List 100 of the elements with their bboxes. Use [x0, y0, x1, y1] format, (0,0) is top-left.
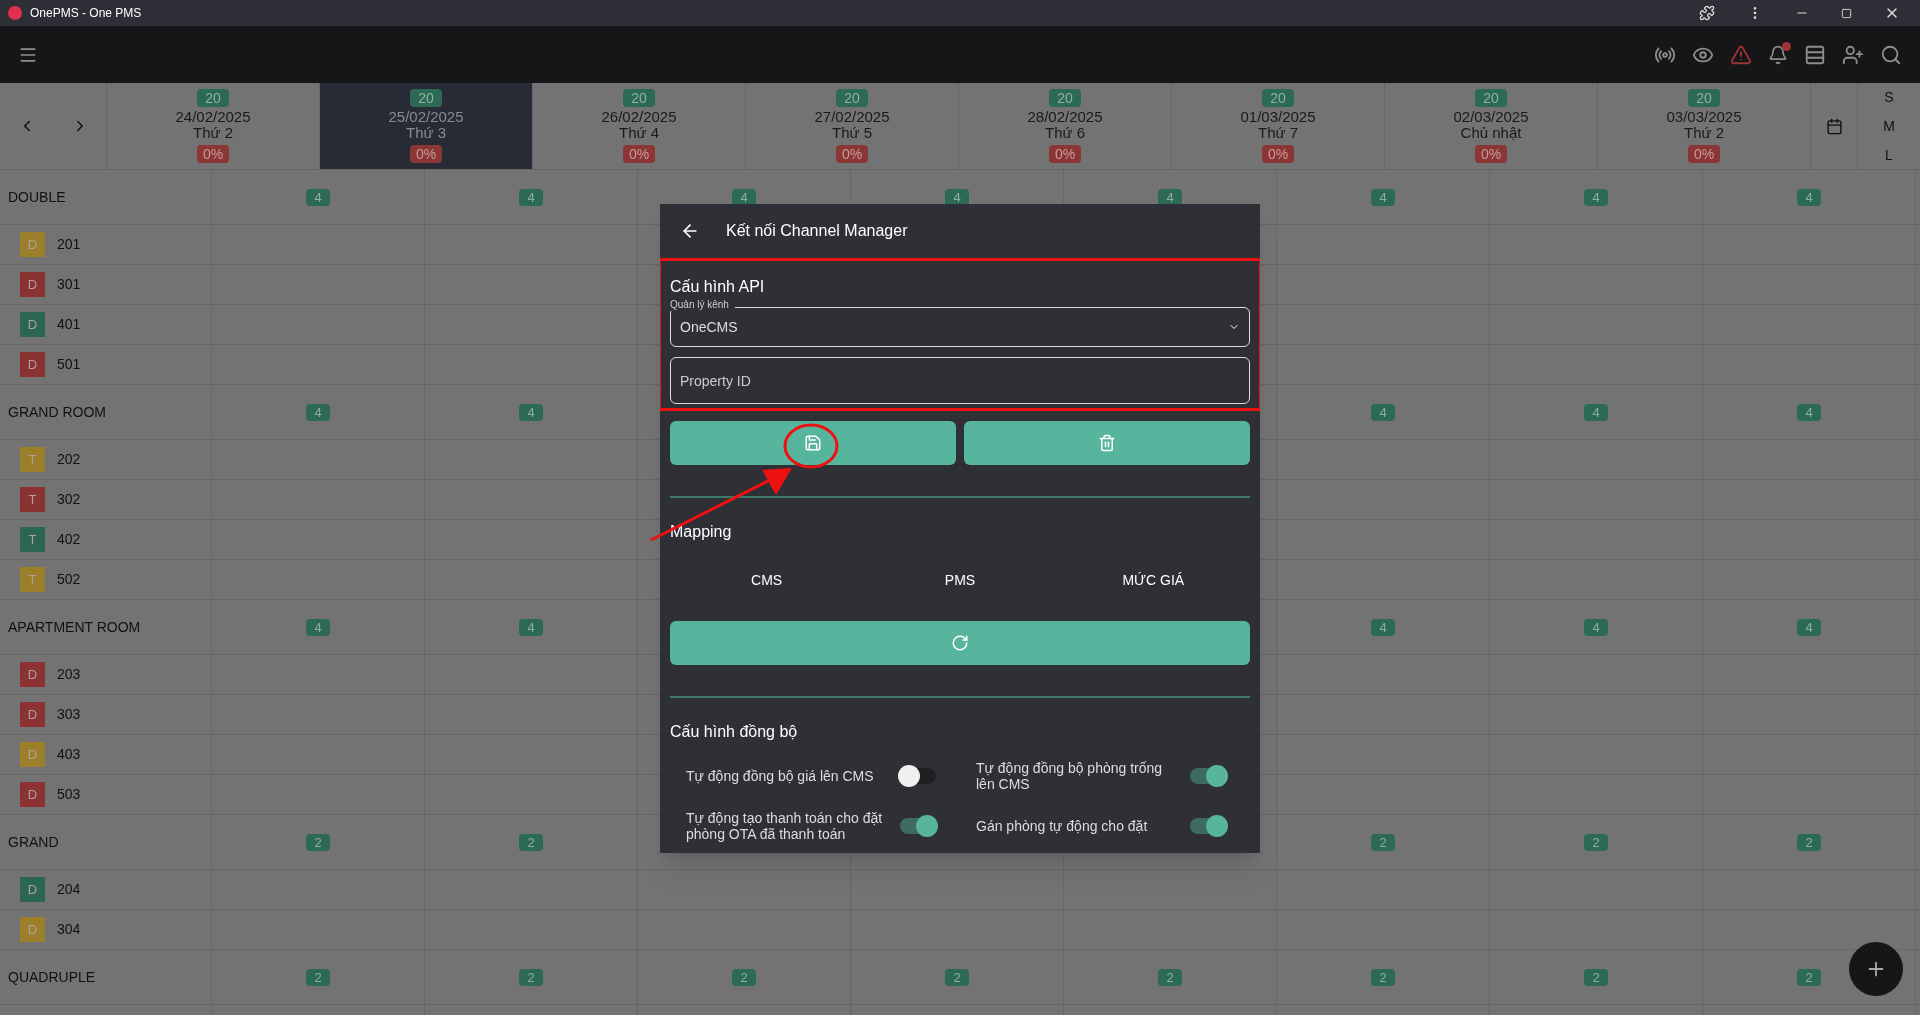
size-option[interactable]: M	[1883, 115, 1895, 137]
calendar-icon[interactable]	[1825, 117, 1843, 135]
room-number: 304	[57, 920, 81, 939]
section-heading: Cấu hình đồng bộ	[670, 722, 799, 742]
room-badge: D	[20, 782, 45, 807]
room-badge: T	[20, 567, 45, 592]
count-badge: 2	[1797, 968, 1821, 986]
occupancy-badge: 0%	[1261, 145, 1295, 163]
room-number: 301	[57, 275, 81, 294]
day-header[interactable]: 20 27/02/2025 Thứ 5 0%	[746, 83, 959, 169]
add-button[interactable]	[1849, 942, 1903, 996]
room-number: 402	[57, 530, 81, 549]
option-label: Tự động đồng bộ giá lên CMS	[686, 768, 875, 784]
toggle-switch[interactable]	[1190, 818, 1226, 834]
room-number: 502	[57, 570, 81, 589]
room-badge: D	[20, 662, 45, 687]
refresh-icon	[951, 634, 969, 652]
count-badge: 4	[519, 403, 543, 421]
room-number: 401	[57, 315, 81, 334]
room-number: 204	[57, 880, 81, 899]
app-logo-icon	[8, 6, 22, 20]
room-number: 203	[57, 665, 81, 684]
weekday-label: Thứ 7	[1257, 125, 1299, 141]
room-type-label: DOUBLE	[8, 187, 66, 207]
option-label: Tự động tạo thanh toán cho đặt phòng OTA đã thanh toán	[686, 810, 884, 842]
count-badge: 4	[306, 403, 330, 421]
count-badge: 2	[306, 968, 330, 986]
count-badge: 2	[1371, 968, 1395, 986]
column-header: CMS	[750, 571, 784, 590]
window-title: OnePMS - One PMS	[30, 5, 142, 22]
count-badge: 2	[1158, 968, 1182, 986]
count-badge: 2	[1371, 833, 1395, 851]
date-label: 26/02/2025	[601, 109, 677, 125]
day-header[interactable]: 20 26/02/2025 Thứ 4 0%	[533, 83, 746, 169]
count-badge: 4	[519, 188, 543, 206]
count-badge: 4	[1797, 188, 1821, 206]
section-heading: Mapping	[670, 522, 733, 542]
count-badge: 2	[1797, 833, 1821, 851]
count-badge: 4	[1797, 403, 1821, 421]
room-number: 201	[57, 235, 81, 254]
occupancy-badge: 0%	[1048, 145, 1082, 163]
date-label: 25/02/2025	[388, 109, 464, 125]
room-number: 501	[57, 355, 81, 374]
day-header[interactable]: 20 28/02/2025 Thứ 6 0%	[959, 83, 1172, 169]
weekday-label: Thứ 5	[831, 125, 873, 141]
room-type-label: APARTMENT ROOM	[8, 617, 141, 637]
toggle-switch[interactable]	[900, 818, 936, 834]
count-badge: 4	[1371, 188, 1395, 206]
bell-icon[interactable]	[1768, 44, 1788, 65]
list-icon[interactable]	[1804, 43, 1826, 66]
count-badge: 4	[1584, 618, 1608, 636]
day-header[interactable]: 20 24/02/2025 Thứ 2 0%	[107, 83, 320, 169]
extension-icon[interactable]	[1699, 5, 1715, 21]
day-header[interactable]: 20 25/02/2025 Thứ 3 0%	[320, 83, 533, 169]
weekday-label: Thứ 2	[192, 125, 234, 141]
occupancy-badge: 0%	[1474, 145, 1508, 163]
weekday-label: Chủ nhật	[1460, 125, 1522, 141]
count-badge: 2	[945, 968, 969, 986]
room-badge: D	[20, 232, 45, 257]
room-badge: D	[20, 877, 45, 902]
room-badge: D	[20, 272, 45, 297]
room-type-label: GRAND ROOM	[8, 402, 106, 422]
count-badge: 2	[1584, 968, 1608, 986]
toggle-switch[interactable]	[900, 768, 936, 784]
add-user-icon[interactable]	[1842, 43, 1864, 66]
trash-icon	[1098, 434, 1116, 452]
day-header[interactable]: 20 01/03/2025 Thứ 7 0%	[1172, 83, 1385, 169]
room-number: 303	[57, 705, 81, 724]
room-badge: T	[20, 527, 45, 552]
occupancy-badge: 0%	[622, 145, 656, 163]
availability-badge: 20	[836, 89, 868, 107]
restore-icon[interactable]	[1841, 7, 1852, 19]
room-number: 302	[57, 490, 81, 509]
room-type-label: GRAND	[8, 832, 59, 852]
size-option[interactable]: S	[1884, 86, 1894, 108]
select-value: OneCMS	[680, 317, 738, 337]
day-header[interactable]: 20 03/03/2025 Thứ 2 0%	[1598, 83, 1811, 169]
day-header[interactable]: 20 02/03/2025 Chủ nhật 0%	[1385, 83, 1598, 169]
occupancy-badge: 0%	[1687, 145, 1721, 163]
count-badge: 4	[306, 188, 330, 206]
availability-badge: 20	[1688, 89, 1720, 107]
search-icon[interactable]	[1880, 43, 1902, 66]
count-badge: 4	[1584, 188, 1608, 206]
date-label: 03/03/2025	[1666, 109, 1742, 125]
weekday-label: Thứ 4	[618, 125, 660, 141]
dialog-title: Kết nối Channel Manager	[726, 221, 908, 241]
room-number: 403	[57, 745, 81, 764]
count-badge: 4	[1371, 403, 1395, 421]
toggle-switch[interactable]	[1190, 768, 1226, 784]
count-badge: 2	[732, 968, 756, 986]
availability-badge: 20	[1049, 89, 1081, 107]
column-header: PMS	[943, 571, 977, 590]
room-badge: D	[20, 917, 45, 942]
date-label: 01/03/2025	[1240, 109, 1316, 125]
count-badge: 4	[1584, 403, 1608, 421]
property-id-field[interactable]: Property ID	[670, 357, 1250, 404]
size-option[interactable]: L	[1885, 144, 1893, 166]
availability-badge: 20	[197, 89, 229, 107]
warning-icon[interactable]	[1730, 43, 1752, 66]
highlight-circle	[783, 423, 839, 469]
